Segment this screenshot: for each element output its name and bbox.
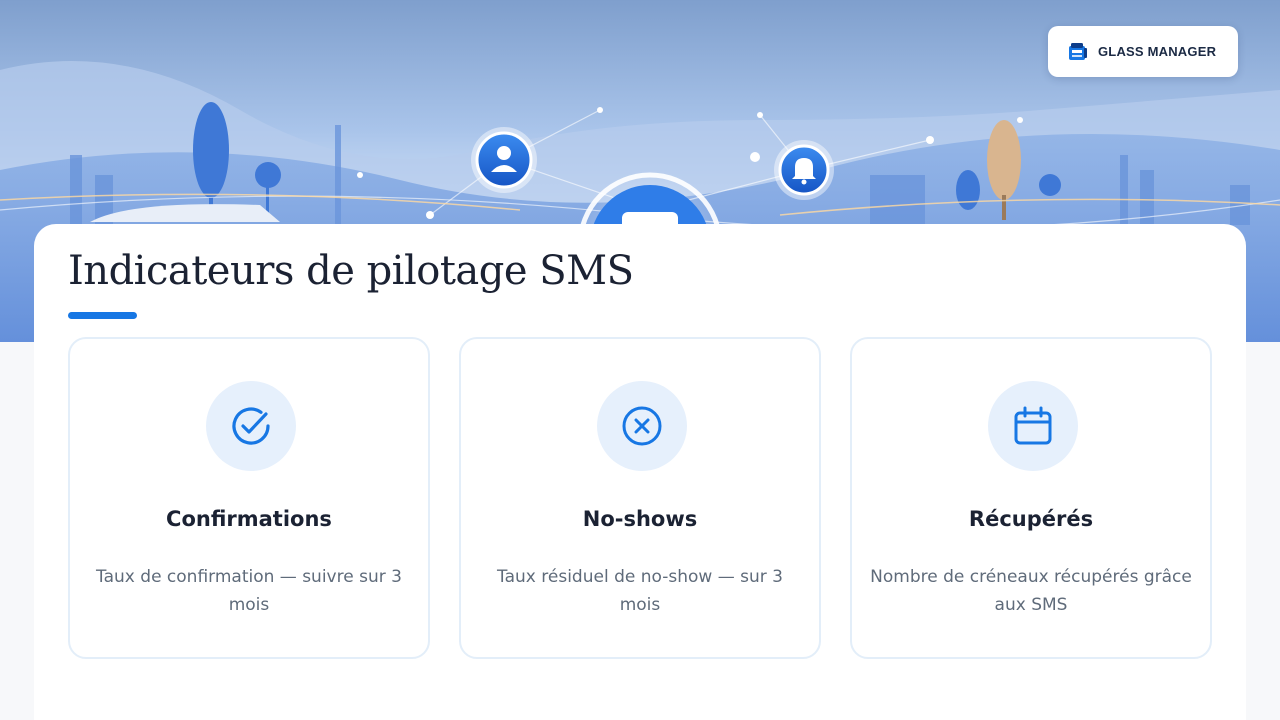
hero-user-node: [471, 127, 537, 193]
glass-manager-logo-icon: [1069, 42, 1087, 60]
page-title: Indicateurs de pilotage SMS: [68, 248, 634, 294]
x-circle-icon: [622, 406, 662, 446]
icon-circle: [988, 381, 1078, 471]
check-circle-icon: [232, 407, 270, 445]
brand-logo-badge[interactable]: GLASS MANAGER: [1048, 26, 1238, 77]
card-description: Taux résiduel de no-show — sur 3 mois: [497, 567, 783, 615]
icon-circle: [597, 381, 687, 471]
card-title: No-shows: [582, 507, 698, 531]
calendar-icon: [1014, 406, 1052, 445]
card-no-shows: No-shows Taux résiduel de no-show — sur …: [459, 337, 821, 659]
brand-name: GLASS MANAGER: [1098, 44, 1217, 59]
card-title: Confirmations: [166, 507, 332, 531]
title-underline: [68, 312, 137, 319]
card-confirmations: Confirmations Taux de confirmation — sui…: [68, 337, 430, 659]
card-title: Récupérés: [968, 507, 1094, 531]
card-description: Taux de confirmation — suivre sur 3 mois: [96, 567, 402, 615]
card-recuperes: Récupérés Nombre de créneaux récupérés g…: [850, 337, 1212, 659]
card-description: Nombre de créneaux récupérés grâce aux S…: [870, 567, 1192, 615]
icon-circle: [206, 381, 296, 471]
hero-bell-node: [774, 140, 834, 200]
